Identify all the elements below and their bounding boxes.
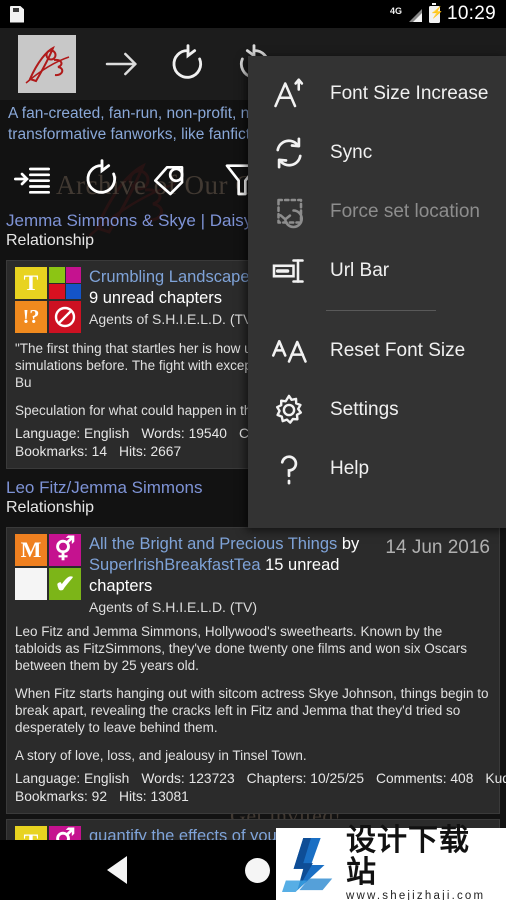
- work-author[interactable]: SuperIrishBreakfastTea: [89, 556, 261, 574]
- menu-item-sync[interactable]: Sync: [248, 123, 506, 182]
- menu-item-label: Settings: [330, 398, 399, 420]
- reset-font-size-icon: [270, 332, 308, 370]
- watermark-url: www.shejizhaji.com: [346, 890, 486, 900]
- work-fandom[interactable]: Agents of S.H.I.E.L.D. (TV): [89, 598, 389, 616]
- network-label: 4G: [389, 6, 402, 16]
- work-stat: Hits: 2667: [119, 444, 182, 459]
- work-stat: Bookmarks: 92: [15, 789, 108, 804]
- battery-charging-icon: ⚡: [428, 2, 444, 23]
- work-icons: M ⚥ ✔: [15, 534, 81, 616]
- status-clock: 10:29: [446, 3, 496, 24]
- work-title-line: All the Bright and Precious Things by Su…: [89, 534, 389, 597]
- work-title[interactable]: All the Bright and Precious Things: [89, 535, 337, 553]
- work-stat: Chapters: 10/25/25: [246, 771, 364, 786]
- ao3-logo[interactable]: [18, 35, 76, 93]
- by-label: by: [341, 535, 360, 553]
- work-stat: Bookmarks: 14: [15, 444, 108, 459]
- work-stat: Language: English: [15, 771, 130, 786]
- url-bar-icon: [270, 252, 308, 290]
- watermark-text: 设计下载站 www.shejizhaji.com: [346, 825, 500, 900]
- rating-teen-icon: T: [15, 267, 47, 299]
- work-title[interactable]: Crumbling Landscapes: [89, 268, 258, 286]
- work-summary-paragraph: When Fitz starts hanging out with sitcom…: [15, 686, 489, 735]
- work-icons: T !?: [15, 267, 81, 333]
- warning-choose-not-icon: !?: [15, 301, 47, 333]
- work-card-heading: All the Bright and Precious Things by Su…: [89, 534, 389, 616]
- incomplete-icon: [49, 301, 81, 333]
- watermark-badge: 设计下载站 www.shejizhaji.com: [276, 825, 506, 900]
- work-date: 14 Jun 2016: [385, 537, 490, 558]
- work-card[interactable]: 14 Jun 2016 M ⚥ ✔ All the Bright and Pre…: [6, 527, 506, 814]
- work-summary-paragraph: Leo Fitz and Jemma Simmons, Hollywood's …: [15, 624, 468, 673]
- force-set-location-icon: [270, 193, 308, 231]
- menu-item-settings[interactable]: Settings: [248, 380, 506, 439]
- menu-item-url-bar[interactable]: Url Bar: [248, 241, 506, 300]
- work-stat: Kudos: 859: [485, 771, 506, 786]
- forward-arrow-icon[interactable]: [102, 44, 142, 84]
- watermark-title: 设计下载站: [346, 823, 470, 890]
- menu-item-font-size-increase[interactable]: Font Size Increase: [248, 64, 506, 123]
- work-summary: Leo Fitz and Jemma Simmons, Hollywood's …: [15, 623, 491, 764]
- settings-gear-icon: [270, 391, 308, 429]
- work-summary-paragraph: A story of love, loss, and jealousy in T…: [15, 748, 307, 763]
- warning-none-icon: [15, 568, 47, 600]
- work-stat: Words: 19540: [141, 426, 227, 441]
- work-stat: Language: English: [15, 426, 130, 441]
- rating-mature-icon: M: [15, 534, 47, 566]
- menu-item-label: Url Bar: [330, 259, 390, 281]
- back-button[interactable]: [107, 856, 127, 884]
- signal-bars-icon: [408, 6, 422, 22]
- menu-item-force-set-location[interactable]: Force set location: [248, 182, 506, 241]
- tags-icon[interactable]: [152, 159, 192, 199]
- status-bar-right: 4G ⚡ 10:29: [389, 2, 496, 25]
- menu-item-label: Font Size Increase: [330, 82, 489, 104]
- home-button[interactable]: [245, 857, 270, 883]
- menu-item-label: Sync: [330, 141, 373, 163]
- indent-list-icon[interactable]: [12, 159, 52, 199]
- menu-item-help[interactable]: Help: [248, 439, 506, 498]
- status-bar-left: [10, 6, 24, 23]
- menu-item-reset-font-size[interactable]: Reset Font Size: [248, 321, 506, 380]
- help-question-icon: [270, 450, 308, 488]
- category-het-icon: ⚥: [49, 534, 81, 566]
- refresh-icon[interactable]: [82, 159, 122, 199]
- font-size-increase-icon: [270, 75, 308, 113]
- sync-icon: [270, 134, 308, 172]
- menu-item-label: Reset Font Size: [330, 339, 466, 361]
- status-bar: 4G ⚡ 10:29: [0, 0, 506, 28]
- work-stat: Hits: 13081: [119, 789, 189, 804]
- menu-item-label: Help: [330, 457, 370, 479]
- app-content: Archive of Our Own Archive of Our Own is…: [0, 28, 506, 868]
- watermark-logo-icon: [282, 836, 340, 893]
- menu-divider: [326, 310, 436, 311]
- menu-item-label: Force set location: [330, 200, 480, 222]
- category-multi-icon: [49, 267, 81, 299]
- complete-icon: ✔: [49, 568, 81, 600]
- sd-card-icon: [10, 6, 24, 23]
- refresh-icon[interactable]: [168, 44, 208, 84]
- work-stat: Comments: 408: [376, 771, 474, 786]
- work-stat: Words: 123723: [141, 771, 235, 786]
- work-stats: Language: English Words: 123723 Chapters: …: [15, 770, 506, 806]
- overflow-menu[interactable]: Font Size Increase Sync Force set locati…: [248, 56, 506, 528]
